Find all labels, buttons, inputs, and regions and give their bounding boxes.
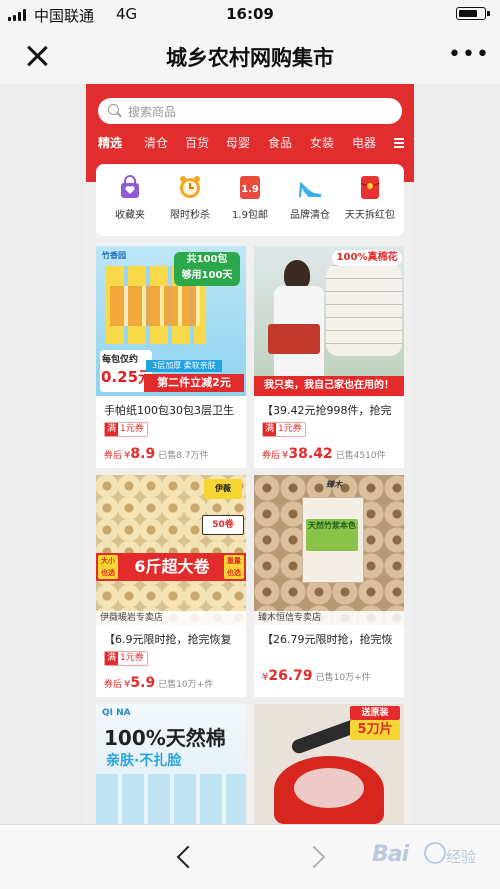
product-title: 【6.9元限时抢，抢完恢复 [104, 633, 232, 646]
chevron-right-icon[interactable] [302, 845, 326, 869]
product-price: 8.9 [130, 446, 156, 462]
paw-icon [424, 842, 446, 864]
alarm-clock-icon [180, 176, 200, 198]
more-menu-button[interactable]: ••• [448, 42, 489, 72]
shortcut-favorites[interactable]: 收藏夹 [100, 174, 160, 221]
shortcut-label: 品牌清仓 [290, 210, 330, 221]
shortcut-label: 收藏夹 [115, 210, 145, 221]
image-big-text: 5刀片 [350, 720, 400, 740]
nav-bar: 城乡农村网购集市 ••• [0, 28, 500, 84]
tab-women[interactable]: 女装 [310, 134, 334, 151]
image-promo-text: 第二件立减2元 [144, 374, 244, 392]
image-brand-text: 臻木 [326, 480, 342, 489]
image-brand-text: QI NA [102, 708, 131, 718]
shop-name: 伊薇暖岩专卖店 [96, 611, 246, 625]
image-big-text: %天然棉 [145, 726, 226, 750]
product-image: 天然竹浆本色 臻木 臻木恒信专卖店 [254, 475, 404, 625]
clock: 16:09 [226, 5, 274, 23]
chevron-left-icon[interactable] [176, 845, 200, 869]
product-image: 送原装 5刀片 [254, 704, 404, 824]
image-sub-text: 亲肤·不扎脸 [106, 753, 182, 769]
shortcut-label: 天天拆红包 [345, 210, 395, 221]
shopping-bag-icon [121, 175, 139, 198]
product-price: 26.79 [268, 668, 313, 684]
product-title: 【26.79元限时抢，抢完恢 [262, 633, 393, 646]
image-big-text: 6斤超大卷 [134, 557, 210, 576]
image-right-tag: 重量 也选 [224, 555, 244, 579]
image-top-text: 100%真棉花 [332, 250, 402, 266]
sold-count: 已售8.7万件 [158, 451, 209, 461]
product-price: 38.42 [288, 446, 333, 462]
product-card[interactable]: 送原装 5刀片 [254, 704, 404, 824]
tab-featured[interactable]: 精选 [98, 134, 122, 151]
shortcut-label: 限时秒杀 [170, 210, 210, 221]
product-image: QI NA 100%天然棉 亲肤·不扎脸 [96, 704, 246, 824]
shortcut-red-envelope[interactable]: 天天拆红包 [340, 174, 400, 221]
tab-appliances[interactable]: 电器 [352, 134, 376, 151]
sold-count: 已售4510件 [335, 451, 386, 461]
image-count-text: 50卷 [202, 515, 244, 535]
price-row: 券后 ¥8.9 已售8.7万件 [104, 446, 209, 462]
image-promo-days: 够用100天 [181, 270, 233, 281]
status-bar: 中国联通 4G 16:09 [0, 0, 500, 28]
price-row: ¥26.79 已售10万+件 [262, 668, 371, 684]
tab-food[interactable]: 食品 [268, 134, 292, 151]
svg-text:1.9: 1.9 [241, 184, 259, 195]
search-icon [108, 104, 119, 115]
image-brand-text: 伊薇 [204, 479, 242, 499]
product-image: 竹香园 共100包 够用100天 每包仅约 0.25元 3层加厚 柔软亲肤 第二… [96, 246, 246, 396]
image-layer-text: 3层加厚 柔软亲肤 [146, 360, 222, 372]
price-row: 券后 ¥38.42 已售4510件 [262, 446, 386, 462]
product-card[interactable]: QI NA 100%天然棉 亲肤·不扎脸 [96, 704, 246, 824]
embedded-shop-page: 搜索商品 精选 清仓 百货 母婴 食品 女装 电器 收藏夹 限时秒杀 1.9 1… [86, 84, 414, 824]
shortcut-flash-sale[interactable]: 限时秒杀 [160, 174, 220, 221]
red-envelope-icon [360, 176, 380, 199]
sold-count: 已售10万+件 [315, 673, 371, 683]
brand-text: 竹香园 [102, 251, 126, 260]
category-tabs: 精选 清仓 百货 母婴 食品 女装 电器 [86, 134, 414, 156]
shop-name: 臻木恒信专卖店 [254, 611, 404, 625]
product-image: 100%真棉花 我只卖，我自己家也在用的！ [254, 246, 404, 396]
shortcut-brand-clearance[interactable]: 品牌清仓 [280, 174, 340, 221]
search-input[interactable]: 搜索商品 [98, 98, 402, 124]
image-pack-text: 天然竹浆本色 [306, 519, 358, 551]
image-left-tag: 大小 也选 [98, 555, 118, 579]
product-card[interactable]: 天然竹浆本色 臻木 臻木恒信专卖店 【26.79元限时抢，抢完恢 ¥26.79 已… [254, 475, 404, 697]
coupon-badge: 满 1元券 [104, 651, 148, 666]
image-top-text: 送原装 [350, 706, 400, 720]
product-price: 5.9 [130, 675, 156, 691]
price-row: 券后 ¥5.9 已售10万+件 [104, 675, 214, 691]
watermark: Bai 经验 [372, 842, 477, 867]
product-title: 手帕纸100包30包3层卫生 [104, 404, 234, 417]
product-card[interactable]: 伊薇 50卷 大小 也选 6斤超大卷 重量 也选 伊薇暖岩专卖店 【6.9元限时… [96, 475, 246, 697]
product-image: 伊薇 50卷 大小 也选 6斤超大卷 重量 也选 伊薇暖岩专卖店 [96, 475, 246, 625]
image-per-pack: 每包仅约 [102, 355, 139, 365]
sold-count: 已售10万+件 [158, 680, 214, 690]
tab-clearance[interactable]: 清仓 [144, 134, 168, 151]
tab-general[interactable]: 百货 [185, 134, 209, 151]
product-card[interactable]: 100%真棉花 我只卖，我自己家也在用的！ 【39.42元抢998件，抢完 满1… [254, 246, 404, 468]
price-tag-icon: 1.9 [240, 176, 260, 199]
high-heel-icon [299, 182, 321, 197]
shortcut-free-shipping[interactable]: 1.9 1.9包邮 [220, 174, 280, 221]
battery-icon [456, 7, 490, 20]
product-card[interactable]: 竹香园 共100包 够用100天 每包仅约 0.25元 3层加厚 柔软亲肤 第二… [96, 246, 246, 468]
image-big-number: 100 [104, 726, 146, 750]
page-title: 城乡农村网购集市 [166, 46, 334, 70]
product-title: 【39.42元抢998件，抢完 [262, 404, 392, 417]
menu-icon[interactable] [394, 138, 404, 148]
category-shortcuts: 收藏夹 限时秒杀 1.9 1.9包邮 品牌清仓 天天拆红包 [96, 164, 404, 236]
image-promo-count: 共100包 [186, 254, 228, 265]
shortcut-label: 1.9包邮 [232, 210, 268, 221]
search-placeholder: 搜索商品 [128, 105, 177, 119]
coupon-badge: 满 1元券 [104, 422, 148, 437]
tab-baby[interactable]: 母婴 [226, 134, 250, 151]
image-banner-text: 我只卖，我自己家也在用的！ [254, 376, 404, 396]
coupon-badge: 满 1元券 [262, 422, 306, 437]
